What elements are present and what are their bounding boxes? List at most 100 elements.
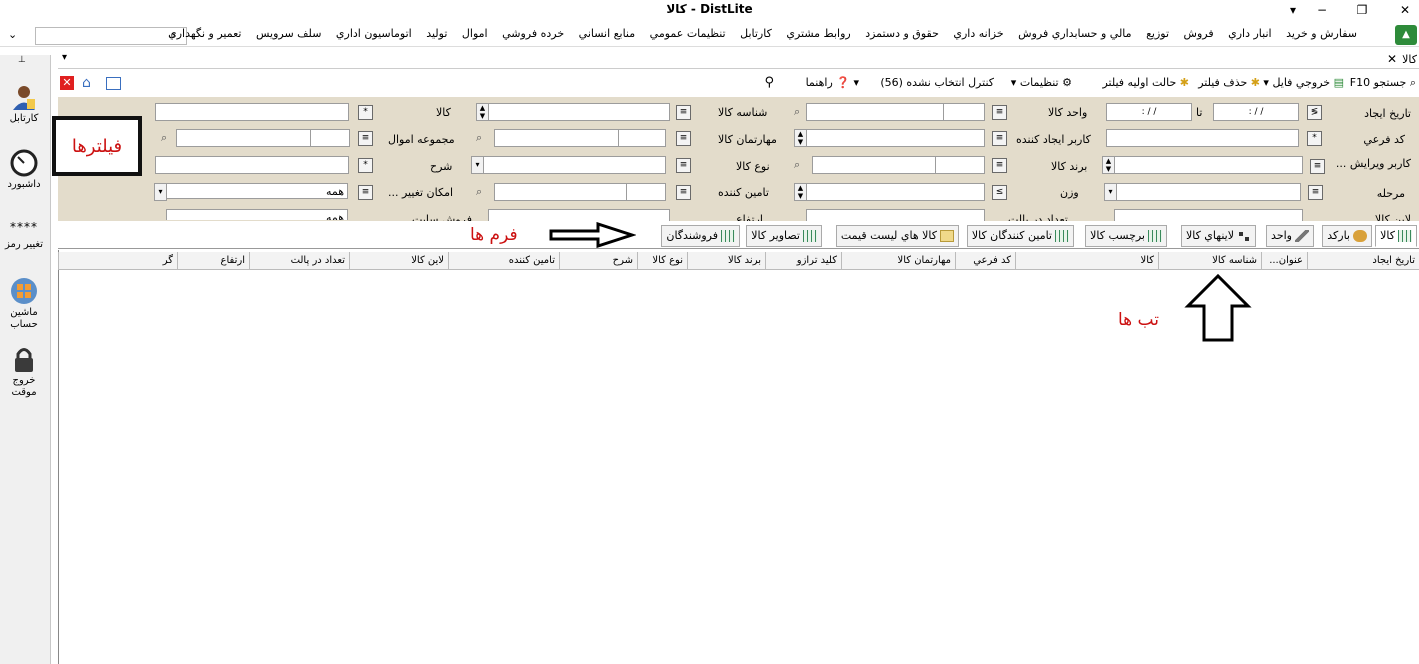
column-header[interactable]: تامين كننده bbox=[448, 252, 559, 269]
column-header[interactable]: كليد ترازو bbox=[765, 252, 841, 269]
restore-button[interactable]: ❐ bbox=[1352, 1, 1372, 19]
asset-group-code-input[interactable] bbox=[310, 129, 350, 147]
close-tab-icon[interactable]: ✕ bbox=[1387, 52, 1397, 66]
tab-unit[interactable]: واحد bbox=[1266, 225, 1314, 247]
item-skill-input[interactable] bbox=[494, 129, 619, 147]
item-input[interactable] bbox=[155, 103, 349, 121]
equals-operator-button[interactable]: ≡ bbox=[676, 185, 691, 200]
equals-operator-button[interactable]: ≡ bbox=[992, 105, 1007, 120]
equals-operator-button[interactable]: ≡ bbox=[676, 105, 691, 120]
menu-item[interactable]: توليد bbox=[426, 27, 447, 40]
height-input[interactable] bbox=[488, 209, 670, 221]
tab-item-lines[interactable]: لاينهاي كالا bbox=[1180, 225, 1256, 247]
dropdown-icon[interactable]: ▾ bbox=[1283, 1, 1303, 19]
sidebar-item-change-password[interactable]: **** تغيير رمز bbox=[0, 221, 48, 251]
column-header[interactable]: كالا bbox=[1015, 252, 1158, 269]
item-skill-code-input[interactable] bbox=[618, 129, 666, 147]
change-option-select[interactable]: همه bbox=[166, 183, 348, 199]
brand-code-input[interactable] bbox=[935, 156, 985, 174]
minimize-button[interactable]: − bbox=[1312, 1, 1332, 19]
menu-item[interactable]: خرده فروشي bbox=[502, 27, 564, 40]
brand-input[interactable] bbox=[812, 156, 936, 174]
menu-item[interactable]: حقوق و دستمزد bbox=[865, 27, 939, 40]
create-date-from-input[interactable]: : / / bbox=[1213, 103, 1299, 121]
column-header[interactable]: مهارتمان كالا bbox=[841, 252, 955, 269]
wildcard-operator-button[interactable]: * bbox=[358, 105, 373, 120]
stage-select[interactable] bbox=[1116, 183, 1301, 201]
menu-item[interactable]: توزيع bbox=[1146, 27, 1169, 40]
tab-sellers[interactable]: فروشندگان bbox=[661, 225, 740, 247]
settings-button[interactable]: ⚙ تنظيمات ▾ bbox=[1011, 76, 1072, 89]
editor-input[interactable] bbox=[1114, 156, 1303, 174]
create-date-to-input[interactable]: : / / bbox=[1106, 103, 1192, 121]
less-equal-operator-button[interactable]: ≤ bbox=[992, 185, 1007, 200]
column-header[interactable]: عنوان... bbox=[1261, 252, 1307, 269]
sale-site-select[interactable]: همه bbox=[166, 209, 348, 220]
desc-input[interactable] bbox=[155, 156, 349, 174]
spinner-icon[interactable]: ▲ ▼ bbox=[476, 103, 489, 121]
unit-input[interactable] bbox=[806, 103, 944, 121]
spinner-icon[interactable]: ▲ ▼ bbox=[1102, 156, 1115, 174]
pin-icon[interactable]: ⊥ bbox=[18, 55, 26, 65]
supplier-code-input[interactable] bbox=[626, 183, 666, 201]
sidebar-item-lock[interactable]: خروج موقت bbox=[0, 345, 48, 399]
chevron-down-icon[interactable]: ⌄ bbox=[8, 28, 17, 41]
column-header[interactable]: نوع كالا bbox=[637, 252, 687, 269]
binoculars-icon[interactable]: ⚲ bbox=[764, 75, 774, 90]
creator-input[interactable] bbox=[806, 129, 985, 147]
column-header[interactable]: برند كالا bbox=[687, 252, 765, 269]
menu-item[interactable]: كارتابل bbox=[740, 27, 772, 40]
asset-group-input[interactable] bbox=[176, 129, 311, 147]
sidebar-item-cartable[interactable]: كارتابل bbox=[0, 83, 48, 125]
column-header[interactable]: تعداد در پالت bbox=[249, 252, 349, 269]
search-button[interactable]: ⌕ جستجو F10 bbox=[1350, 76, 1416, 90]
tab-barcode[interactable]: باركد bbox=[1322, 225, 1372, 247]
clear-filter-button[interactable]: ✱ حذف فيلتر bbox=[1198, 76, 1260, 89]
chevron-down-icon[interactable]: ▾ bbox=[1104, 183, 1117, 201]
menu-item[interactable]: فروش bbox=[1184, 27, 1214, 40]
column-header[interactable]: تاريخ ايجاد bbox=[1307, 252, 1419, 269]
column-header[interactable]: شرح bbox=[559, 252, 637, 269]
tab-price-list-items[interactable]: كالا هاي ليست قيمت bbox=[835, 225, 959, 247]
column-header[interactable]: گر bbox=[58, 252, 177, 269]
wildcard-operator-button[interactable]: * bbox=[358, 158, 373, 173]
weight-input[interactable] bbox=[806, 183, 985, 201]
export-button[interactable]: ▤ خروجي فايل ▾ bbox=[1263, 76, 1344, 89]
close-icon[interactable]: ✕ bbox=[60, 76, 74, 90]
equals-operator-button[interactable]: ≡ bbox=[992, 158, 1007, 173]
menu-item[interactable]: انبار داري bbox=[1228, 27, 1271, 40]
equals-operator-button[interactable]: ≡ bbox=[358, 131, 373, 146]
menu-item[interactable]: تعمير و نگهداري bbox=[168, 27, 241, 40]
tab-item[interactable]: كالا bbox=[1375, 225, 1417, 247]
search-icon[interactable]: ⌕ bbox=[794, 158, 800, 172]
menu-item[interactable]: خزانه داري bbox=[953, 27, 1003, 40]
sidebar-item-dashboard[interactable]: داشبورد bbox=[0, 149, 48, 191]
menu-item[interactable]: روابط مشتري bbox=[786, 27, 850, 40]
menu-item[interactable]: سفارش و خريد bbox=[1286, 27, 1357, 40]
pallet-count-input[interactable] bbox=[806, 209, 985, 221]
column-header[interactable]: لاين كالا bbox=[349, 252, 448, 269]
equals-operator-button[interactable]: ≡ bbox=[992, 131, 1007, 146]
item-line-input[interactable] bbox=[1114, 209, 1303, 221]
supplier-input[interactable] bbox=[494, 183, 627, 201]
equals-operator-button[interactable]: ≡ bbox=[676, 158, 691, 173]
menu-item[interactable]: منابع انساني bbox=[579, 27, 636, 40]
menu-item[interactable]: اموال bbox=[462, 27, 488, 40]
close-window-button[interactable]: ✕ bbox=[1395, 1, 1415, 19]
chevron-down-icon[interactable]: ▾ bbox=[471, 156, 484, 174]
equals-operator-button[interactable]: ≡ bbox=[676, 131, 691, 146]
initial-filter-button[interactable]: ✱ حالت اوليه فيلتر bbox=[1102, 76, 1189, 89]
window-icon[interactable] bbox=[106, 77, 121, 90]
column-header[interactable]: شناسه كالا bbox=[1158, 252, 1261, 269]
menu-item[interactable]: سلف سرويس bbox=[256, 27, 321, 40]
menu-item[interactable]: تنظيمات عمومي bbox=[650, 27, 726, 40]
item-type-select[interactable] bbox=[483, 156, 666, 174]
chevron-down-icon[interactable]: ▾ bbox=[154, 183, 167, 201]
column-header[interactable]: كد فرعي bbox=[955, 252, 1015, 269]
document-tab[interactable]: كالا bbox=[1402, 53, 1417, 66]
menu-item[interactable]: اتوماسيون اداري bbox=[336, 27, 412, 40]
chevron-down-icon[interactable]: ▾ bbox=[62, 52, 67, 63]
unit-code-input[interactable] bbox=[943, 103, 985, 121]
menu-item[interactable]: مالي و حسابداري فروش bbox=[1018, 27, 1131, 40]
range-operator-button[interactable]: ≶ bbox=[1307, 105, 1322, 120]
